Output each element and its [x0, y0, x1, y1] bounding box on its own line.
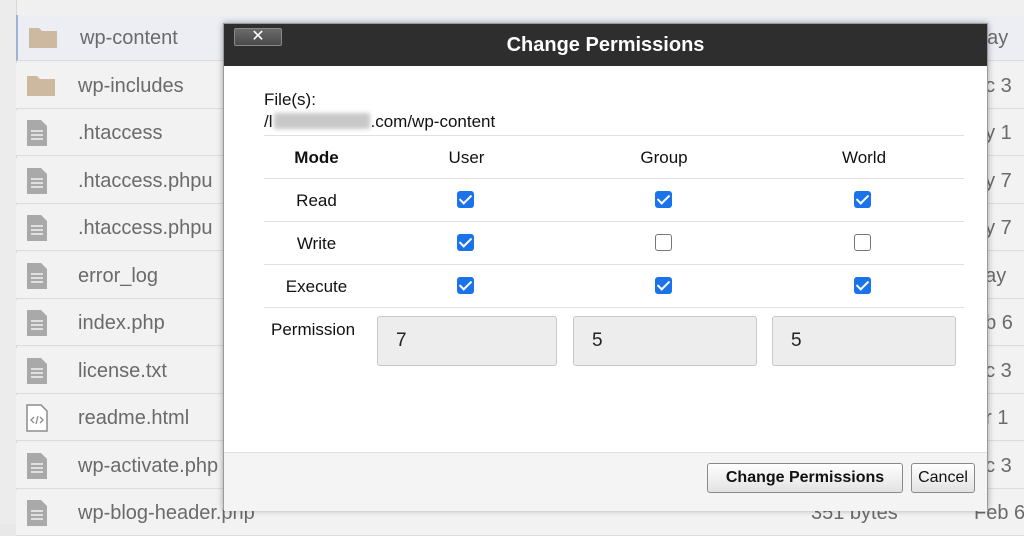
- file-name: .htaccess.phpu: [78, 169, 213, 192]
- write-world-checkbox[interactable]: [854, 234, 871, 251]
- document-icon: [26, 167, 52, 194]
- dialog-footer: Change Permissions Cancel: [224, 452, 987, 511]
- execute-world-checkbox[interactable]: [854, 277, 871, 294]
- document-icon: [26, 499, 52, 526]
- write-user-checkbox[interactable]: [457, 234, 474, 251]
- file-path-suffix: .com/wp-content: [370, 112, 496, 131]
- redacted-domain: [273, 113, 370, 129]
- world-header: World: [841, 148, 887, 167]
- document-icon: [26, 119, 52, 146]
- permission-label: Permission: [271, 320, 356, 339]
- dialog-title: Change Permissions: [506, 34, 705, 56]
- mode-header: Mode: [294, 148, 339, 167]
- mode-label: Execute: [285, 277, 348, 296]
- change-permissions-dialog: ✕ Change Permissions File(s): /l .com/wp-…: [223, 23, 988, 511]
- document-icon: [26, 452, 52, 479]
- execute-user-checkbox[interactable]: [457, 277, 474, 294]
- user-header: User: [448, 148, 485, 167]
- permission-row-read: Read: [264, 178, 964, 221]
- file-path-prefix: /l: [264, 112, 273, 131]
- file-path: /l .com/wp-content: [264, 112, 495, 132]
- read-world-checkbox[interactable]: [854, 191, 871, 208]
- document-icon: [26, 309, 52, 336]
- mode-label: Write: [296, 234, 337, 253]
- file-name: license.txt: [78, 359, 167, 382]
- folder-icon: [28, 24, 57, 50]
- world-permission-field[interactable]: 5: [772, 316, 956, 366]
- files-label: File(s):: [264, 90, 316, 109]
- cancel-button[interactable]: Cancel: [911, 463, 975, 493]
- left-panel-edge: [0, 0, 17, 524]
- document-icon: [26, 214, 52, 241]
- group-header: Group: [640, 148, 688, 167]
- write-group-checkbox[interactable]: [655, 234, 672, 251]
- file-name: wp-includes: [78, 74, 184, 97]
- grid-bottom-divider: [264, 307, 964, 308]
- grid-header-row: Mode User Group World: [264, 135, 964, 178]
- file-name: error_log: [78, 264, 159, 287]
- user-permission-field[interactable]: 7: [377, 316, 557, 366]
- group-permission-field[interactable]: 5: [573, 316, 757, 366]
- file-name: index.php: [78, 312, 165, 334]
- read-group-checkbox[interactable]: [655, 191, 672, 208]
- execute-group-checkbox[interactable]: [655, 277, 672, 294]
- html-file-icon: [26, 404, 52, 432]
- close-button[interactable]: ✕: [234, 28, 282, 46]
- read-user-checkbox[interactable]: [457, 191, 474, 208]
- file-name: .htaccess: [78, 122, 163, 144]
- document-icon: [26, 262, 52, 289]
- file-name: wp-activate.php: [78, 454, 219, 477]
- permission-row-execute: Execute: [264, 264, 964, 307]
- file-name: wp-content: [80, 27, 178, 49]
- dialog-titlebar: ✕ Change Permissions: [224, 24, 987, 66]
- file-name: .htaccess.phpu: [78, 217, 213, 239]
- file-name: readme.html: [78, 407, 190, 429]
- document-icon: [26, 357, 52, 384]
- folder-icon: [26, 72, 55, 98]
- mode-label: Read: [296, 191, 337, 210]
- permission-row-write: Write: [264, 221, 964, 264]
- change-permissions-button[interactable]: Change Permissions: [707, 463, 903, 493]
